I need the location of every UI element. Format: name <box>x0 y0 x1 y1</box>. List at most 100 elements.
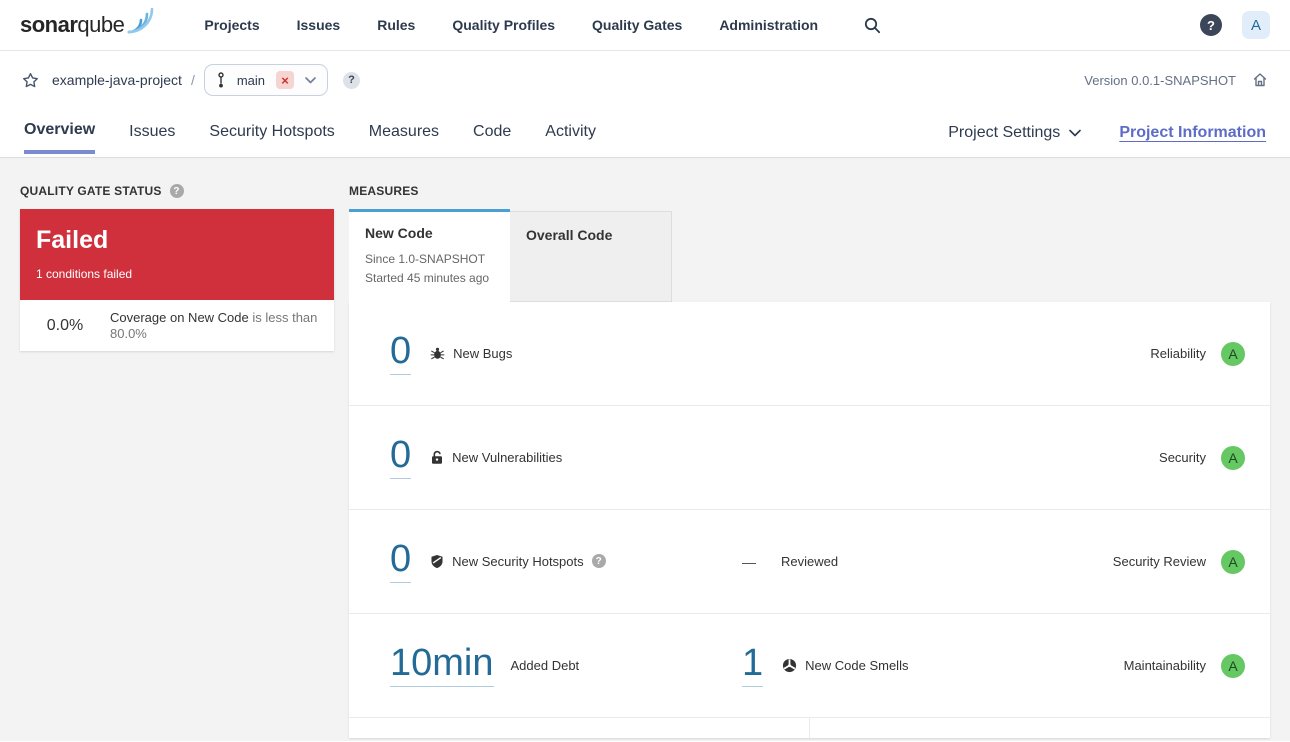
logo-text: sonarqube <box>20 10 125 40</box>
tab-new-code[interactable]: New Code Since 1.0-SNAPSHOT Started 45 m… <box>349 209 510 302</box>
new-code-tab-label: New Code <box>365 225 433 241</box>
vulnerabilities-main: 0 New Vulnerabilities <box>390 435 563 479</box>
quality-gate-help-icon[interactable]: ? <box>169 184 184 198</box>
overview-content: QUALITY GATE STATUS ? Failed 1 condition… <box>0 158 1290 741</box>
condition-threshold: 80.0% <box>110 325 147 341</box>
measure-row-maintainability: 10min Added Debt 1 New Code Smells Maint… <box>349 614 1270 718</box>
breadcrumb: example-java-project / main × ? Version … <box>0 51 1290 109</box>
project-tabs: Overview Issues Security Hotspots Measur… <box>24 109 596 157</box>
chevron-down-icon <box>1069 129 1082 137</box>
shield-icon <box>430 554 444 569</box>
hotspots-help-icon[interactable]: ? <box>591 554 606 569</box>
next-row-partial <box>349 718 1270 738</box>
lock-icon <box>430 450 444 465</box>
code-smells-group: 1 New Code Smells <box>742 643 909 687</box>
breadcrumb-right-group: Version 0.0.1-SNAPSHOT <box>1084 72 1268 88</box>
tab-overview[interactable]: Overview <box>24 109 96 154</box>
quality-gate-status-banner: Failed 1 conditions failed <box>20 209 334 300</box>
measure-row-vulnerabilities: 0 New Vulnerabilities Security A <box>349 406 1270 510</box>
condition-metric-link[interactable]: Coverage on New Code <box>110 310 249 325</box>
breadcrumb-project-link[interactable]: example-java-project <box>52 72 182 88</box>
branch-selector[interactable]: main × <box>203 64 329 96</box>
nav-item-administration[interactable]: Administration <box>719 17 818 33</box>
new-code-smells-label: New Code Smells <box>805 657 909 673</box>
new-bugs-label: New Bugs <box>453 345 513 361</box>
bug-icon <box>430 346 445 361</box>
coverage-cell-partial <box>349 718 810 738</box>
new-vulnerabilities-count-link[interactable]: 0 <box>390 435 412 479</box>
measures-panel: 0 New Bugs Reliability A 0 New Vulnerabi… <box>349 302 1270 738</box>
tab-code[interactable]: Code <box>473 109 511 157</box>
security-review-label: Security Review <box>1112 554 1206 569</box>
quality-gate-status: Failed <box>36 226 109 254</box>
logo-text-light: qube <box>77 12 125 37</box>
favorite-star-icon[interactable] <box>22 72 39 89</box>
reviewed-value: — <box>742 553 756 570</box>
quality-gate-condition-row[interactable]: 0.0% Coverage on New Code is less than 8… <box>20 300 334 351</box>
measure-row-hotspots: 0 New Security Hotspots ? — Reviewed Sec… <box>349 510 1270 614</box>
condition-text: Coverage on New Code is less than 80.0% <box>110 310 322 342</box>
nav-item-quality-gates[interactable]: Quality Gates <box>592 17 682 33</box>
logo-swoosh-icon <box>126 8 154 34</box>
user-avatar[interactable]: A <box>1242 11 1270 39</box>
quality-gate-title-text: QUALITY GATE STATUS <box>20 184 162 198</box>
measures-title: MEASURES <box>349 184 1270 198</box>
bugs-main: 0 New Bugs <box>390 331 513 375</box>
vulnerabilities-rating-group: Security A <box>1159 445 1245 470</box>
logo-text-bold: sonar <box>20 12 78 37</box>
reliability-label: Reliability <box>1150 346 1206 361</box>
overall-code-tab-label: Overall Code <box>526 227 613 243</box>
reliability-rating-badge: A <box>1221 341 1245 366</box>
project-tabs-bar: Overview Issues Security Hotspots Measur… <box>0 109 1290 158</box>
help-icon[interactable]: ? <box>1200 14 1222 36</box>
condition-value: 0.0% <box>46 316 84 334</box>
new-vulnerabilities-label: New Vulnerabilities <box>452 449 563 465</box>
hotspots-rating-group: Security Review A <box>1112 549 1245 574</box>
quality-gate-section: QUALITY GATE STATUS ? Failed 1 condition… <box>20 184 334 741</box>
maintainability-rating-group: Maintainability A <box>1124 653 1245 678</box>
branch-help-icon[interactable]: ? <box>343 71 361 89</box>
top-navigation: sonarqube Projects Issues Rules Quality … <box>0 0 1290 51</box>
security-rating-badge: A <box>1221 445 1245 470</box>
bugs-rating-group: Reliability A <box>1150 341 1245 366</box>
nav-right-group: ? A <box>1200 11 1270 39</box>
project-settings-label: Project Settings <box>948 124 1061 141</box>
home-icon[interactable] <box>1252 72 1268 88</box>
search-icon[interactable] <box>864 17 881 34</box>
added-debt-link[interactable]: 10min <box>390 643 494 687</box>
main-nav-links: Projects Issues Rules Quality Profiles Q… <box>204 17 818 33</box>
tab-security-hotspots[interactable]: Security Hotspots <box>209 109 334 157</box>
project-information-link[interactable]: Project Information <box>1119 124 1266 142</box>
quality-gate-title: QUALITY GATE STATUS ? <box>20 184 334 198</box>
security-review-rating-badge: A <box>1221 549 1245 574</box>
condition-comparison: is less than <box>248 309 318 325</box>
nav-item-quality-profiles[interactable]: Quality Profiles <box>452 17 555 33</box>
tab-activity[interactable]: Activity <box>545 109 596 157</box>
quality-gate-conditions-summary: 1 conditions failed <box>36 267 133 281</box>
sonarqube-logo[interactable]: sonarqube <box>20 8 154 40</box>
tab-overall-code[interactable]: Overall Code <box>510 211 672 302</box>
new-hotspots-count-link[interactable]: 0 <box>390 539 412 583</box>
tab-issues[interactable]: Issues <box>129 109 175 157</box>
tabs-right-group: Project Settings Project Information <box>948 109 1266 157</box>
new-bugs-count-link[interactable]: 0 <box>390 331 412 375</box>
hotspots-main: 0 New Security Hotspots ? <box>390 539 742 583</box>
tab-measures[interactable]: Measures <box>369 109 439 157</box>
nav-item-issues[interactable]: Issues <box>297 17 341 33</box>
branch-icon <box>216 71 226 89</box>
nav-item-projects[interactable]: Projects <box>204 17 259 33</box>
branch-clear-icon[interactable]: × <box>276 71 295 89</box>
new-code-smells-count-link[interactable]: 1 <box>742 643 764 687</box>
added-debt-label: Added Debt <box>510 657 580 673</box>
hotspots-reviewed-group: — Reviewed <box>742 554 838 570</box>
chevron-down-icon <box>305 76 316 84</box>
nav-item-rules[interactable]: Rules <box>377 17 415 33</box>
duplications-cell-partial <box>810 718 1270 738</box>
new-code-started: Started 45 minutes ago <box>365 271 490 285</box>
project-settings-menu[interactable]: Project Settings <box>948 124 1082 142</box>
code-smell-icon <box>782 658 797 673</box>
version-label: Version 0.0.1-SNAPSHOT <box>1084 72 1236 88</box>
measures-title-text: MEASURES <box>349 184 419 198</box>
branch-name: main <box>236 72 266 88</box>
security-label: Security <box>1159 450 1206 465</box>
